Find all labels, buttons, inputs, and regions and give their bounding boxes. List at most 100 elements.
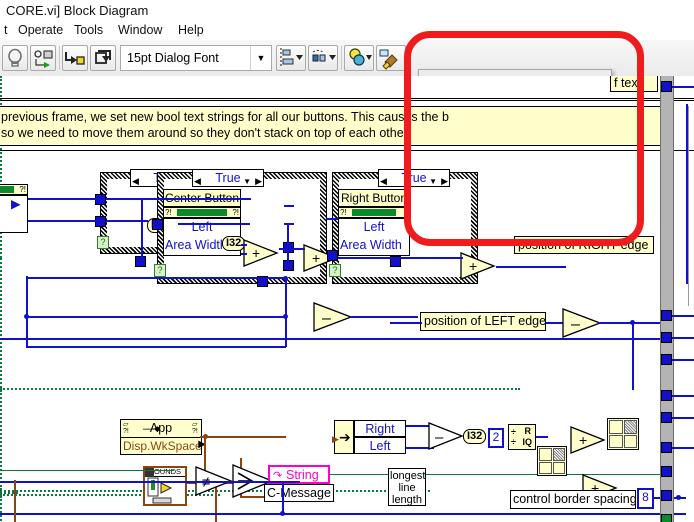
- case-selector-3[interactable]: ◀ True ▼ ▶: [378, 169, 450, 187]
- loop-tunnel-9[interactable]: [661, 490, 672, 501]
- wire: [672, 447, 694, 449]
- svg-text:+: +: [252, 245, 260, 261]
- app-node-title: App: [149, 421, 173, 435]
- wire: [284, 205, 294, 207]
- add-function-6[interactable]: +: [570, 426, 608, 454]
- loop-tunnel-10[interactable]: [661, 514, 672, 522]
- loop-tunnel-8[interactable]: [661, 466, 672, 477]
- menu-bar: t Operate Tools Window Help: [0, 22, 694, 41]
- font-selector[interactable]: 15pt Dialog Font ▼: [120, 45, 272, 71]
- loop-tunnel-3[interactable]: [661, 332, 672, 343]
- case-2-output-tunnel-2[interactable]: [283, 260, 294, 271]
- menu-item-tools[interactable]: Tools: [70, 23, 107, 37]
- menu-item-operate[interactable]: Operate: [14, 23, 67, 37]
- step-into-button[interactable]: [62, 45, 88, 71]
- loop-tunnel-4[interactable]: [661, 354, 672, 365]
- boolean-wire: [0, 390, 2, 490]
- loop-tunnel-2[interactable]: [661, 310, 672, 321]
- window-title: CORE.vi] Block Diagram: [6, 3, 149, 18]
- menu-item-help[interactable]: Help: [174, 23, 208, 37]
- boolean-wire: [0, 496, 2, 522]
- array-cell: [539, 461, 552, 474]
- case-1-selector-terminal[interactable]: ?: [97, 236, 109, 249]
- case-selector-2[interactable]: ◀ True ▼ ▶: [192, 169, 264, 187]
- numeric-constant-divider[interactable]: 2: [488, 428, 504, 448]
- wire: [350, 316, 418, 318]
- case-3-property-node[interactable]: Left Area Width: [338, 218, 410, 256]
- wire: [279, 248, 305, 250]
- menu-item-edit[interactable]: t: [0, 23, 11, 37]
- left-property-node[interactable]: ▶ th: [0, 195, 28, 233]
- selector-input-terminal[interactable]: ▶ ➔: [332, 420, 354, 454]
- longest-line-length-line3: length: [392, 494, 422, 506]
- array-node-2[interactable]: [607, 418, 639, 450]
- bounds-subvi-node[interactable]: BOUNDS: [143, 466, 187, 506]
- case-2-input-tunnel[interactable]: [152, 219, 163, 230]
- case-3-prop-area-width: Area Width: [340, 238, 402, 252]
- wire: [28, 198, 96, 200]
- top-comment-box: previous frame, we set new bool text str…: [0, 106, 668, 146]
- subtract-function-3[interactable]: –: [428, 422, 468, 450]
- array-cell: [539, 448, 552, 461]
- svg-text:+: +: [469, 258, 477, 274]
- add-function-3[interactable]: +: [243, 239, 281, 267]
- wire: [241, 253, 247, 255]
- string-constant-label: String: [286, 468, 319, 482]
- case-3-selector-terminal[interactable]: ?: [329, 264, 341, 277]
- selector-option-left[interactable]: Left: [354, 437, 406, 454]
- chevron-down-icon[interactable]: ▼: [250, 46, 271, 70]
- step-over-icon: [95, 50, 111, 64]
- control-border-spacing-label: control border spacing: [510, 490, 637, 509]
- wire: [26, 276, 28, 346]
- distribute-objects-button[interactable]: [308, 45, 338, 71]
- wire: [26, 346, 286, 348]
- loop-tunnel-6[interactable]: [661, 412, 672, 423]
- case-3-property-bar[interactable]: ?!!: [338, 207, 410, 218]
- wire-string: [0, 470, 174, 471]
- left-partial-label: th: [0, 214, 27, 232]
- selector-option-right[interactable]: Right: [354, 420, 406, 437]
- step-over-button[interactable]: [90, 45, 116, 71]
- lightbulb-icon: [8, 48, 22, 67]
- subtract-function-1[interactable]: –: [313, 302, 355, 332]
- wire: [632, 322, 634, 390]
- loop-tunnel-7[interactable]: [661, 442, 672, 453]
- wire: [0, 513, 686, 515]
- reorder-button[interactable]: [344, 45, 374, 71]
- longest-line-length-label: longest line length: [388, 468, 426, 506]
- app-property-node[interactable]: App Disp.WkSpace ▱ ?! ▱ ?! —● ▶: [120, 419, 206, 455]
- border-spacing-constant[interactable]: 8: [637, 488, 654, 509]
- highlight-execution-button[interactable]: [2, 45, 28, 71]
- case-3-input-tunnel[interactable]: [327, 250, 338, 261]
- case-2-property-bar[interactable]: ?!?!: [163, 207, 241, 218]
- block-diagram-canvas[interactable]: previous frame, we set new bool text str…: [0, 76, 694, 522]
- wire: [287, 223, 289, 261]
- array-node-1[interactable]: [537, 446, 567, 476]
- case-1-tunnel-1[interactable]: [95, 194, 106, 205]
- menu-item-window[interactable]: Window: [114, 23, 166, 37]
- array-cell: [552, 448, 565, 461]
- wire: [672, 359, 694, 361]
- coercion-dot-3: I32: [463, 429, 487, 444]
- left-property-bar[interactable]: ■?!: [0, 184, 28, 195]
- wire: [28, 220, 96, 222]
- wire: [0, 338, 664, 340]
- add-function-5[interactable]: +: [460, 252, 498, 280]
- position-right-edge-label: position of RIGHT edge: [514, 236, 654, 254]
- retain-wire-values-button[interactable]: [30, 45, 56, 71]
- loop-tunnel-5[interactable]: [661, 390, 672, 401]
- case-selector-3-label: True: [401, 171, 427, 185]
- toolbar-separator-3: [341, 46, 342, 70]
- align-objects-button[interactable]: [276, 45, 306, 71]
- loop-tunnel-1[interactable]: [661, 81, 672, 92]
- case-2-selector-terminal[interactable]: ?: [154, 264, 166, 277]
- quotient-remainder-node[interactable]: ÷ R ÷ IQ: [508, 424, 536, 450]
- case-3-node-title: Right Button: [338, 189, 410, 207]
- array-cell: [552, 461, 565, 474]
- wire-junction: [283, 314, 288, 319]
- case-2-prop-left: Left: [191, 220, 213, 234]
- clean-up-diagram-button[interactable]: [376, 45, 406, 71]
- boolean-wire: [0, 258, 2, 388]
- wire-brown: [234, 436, 286, 438]
- case-1-tunnel-2[interactable]: [95, 216, 106, 227]
